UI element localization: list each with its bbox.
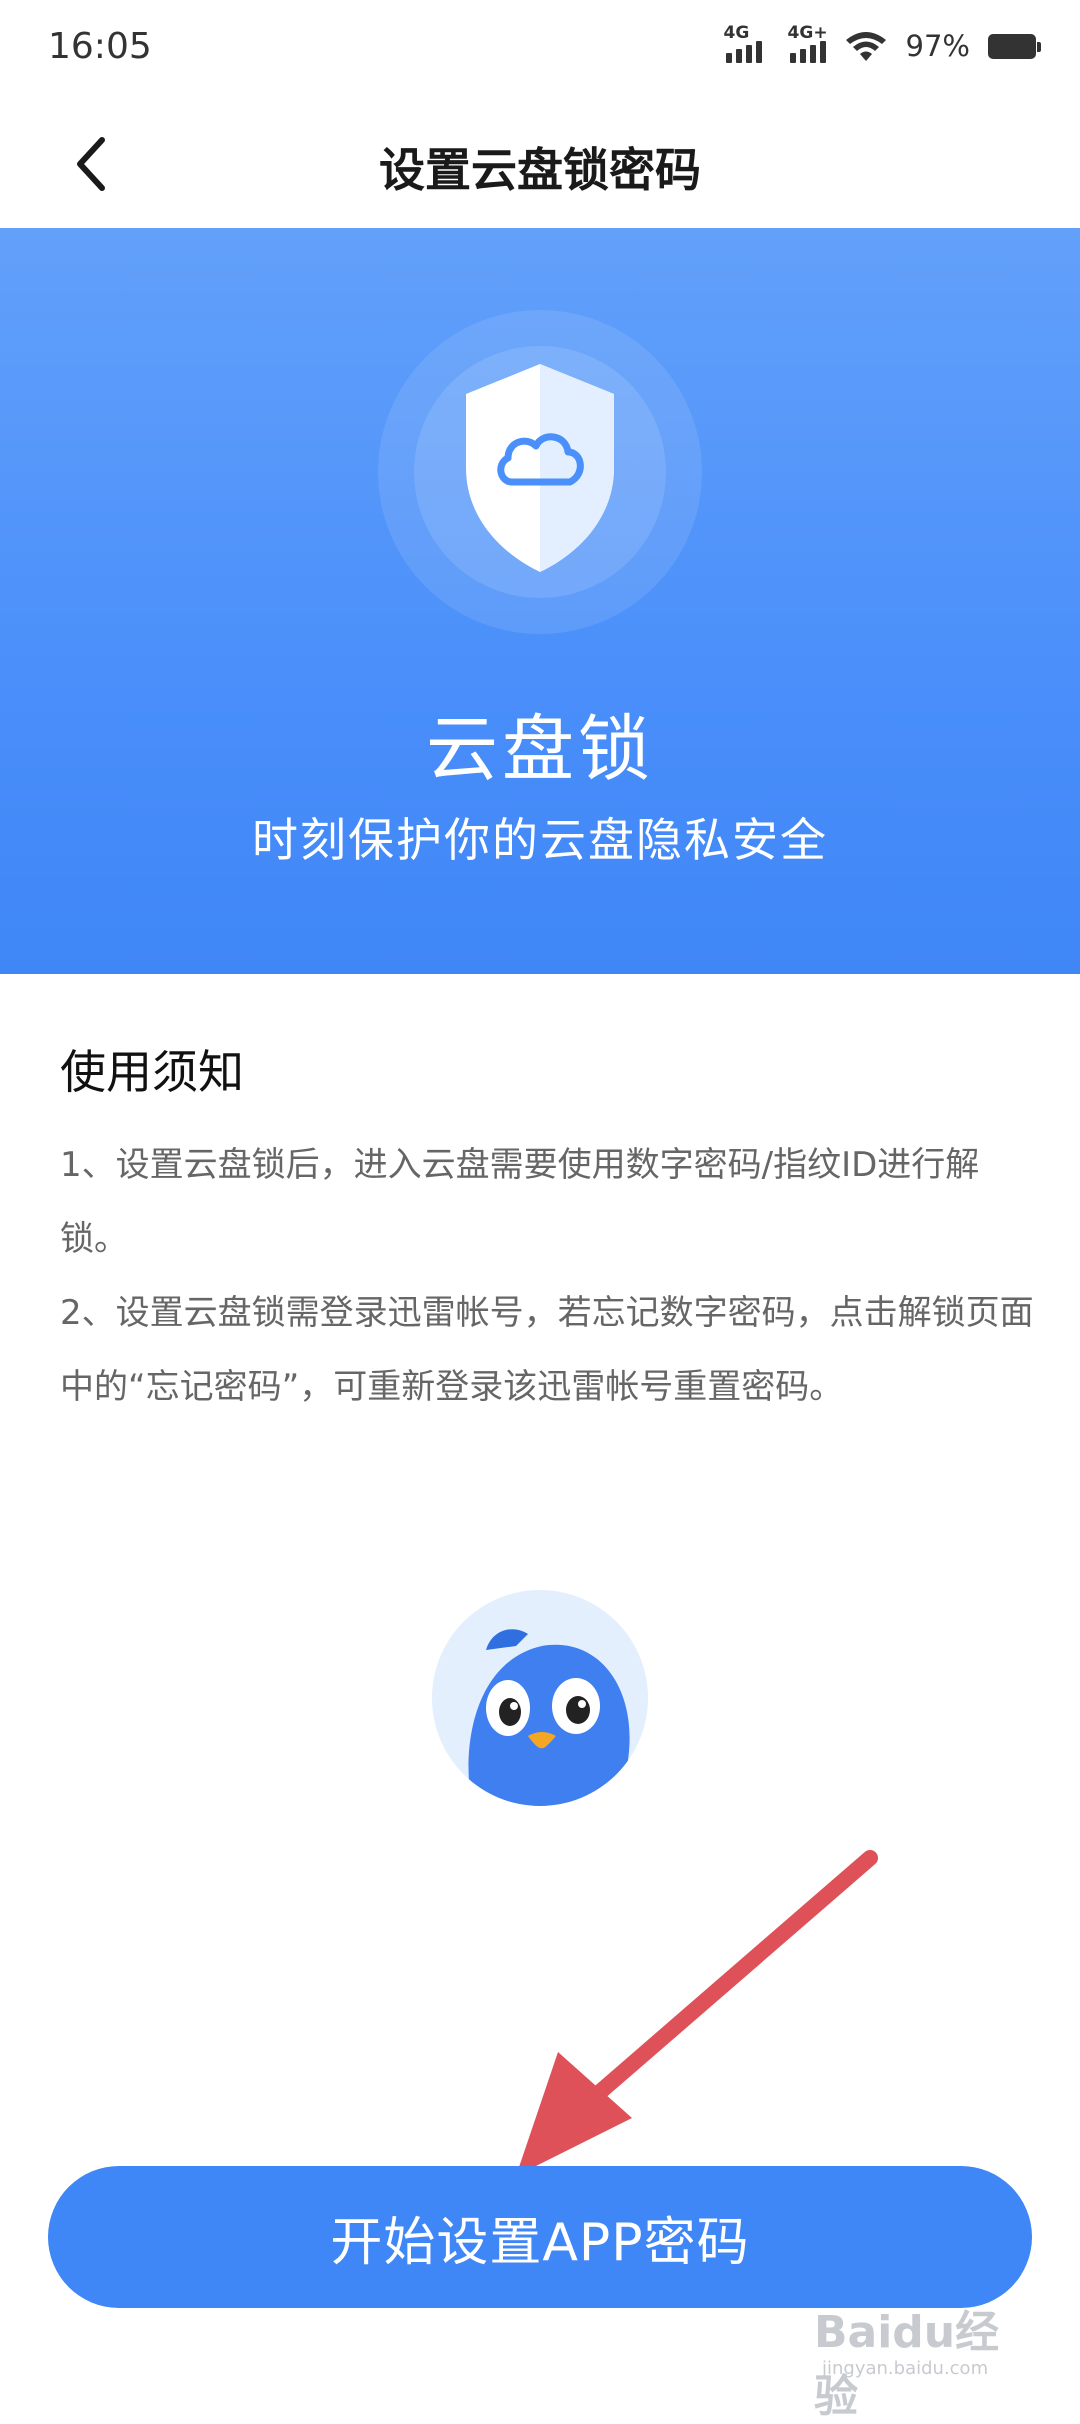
hero-title: 云盘锁 [425, 707, 654, 791]
notice-item: 1、设置云盘锁后，进入云盘需要使用数字密码/指纹ID进行解锁。 [60, 1145, 980, 1259]
status-icons: 4G 4G+ 97% [724, 23, 1041, 64]
notice-heading: 使用须知 [60, 1045, 244, 1099]
battery-icon [988, 33, 1041, 59]
notice-item: 2、设置云盘锁需登录迅雷帐号，若忘记数字密码，点击解锁页面中的“忘记密码”，可重… [60, 1293, 1034, 1407]
network-type-label: 4G [723, 23, 750, 43]
hero-banner: 云盘锁 时刻保护你的云盘隐私安全 [0, 228, 1080, 974]
wifi-icon [845, 32, 886, 61]
signal-icon: 4G+ [788, 23, 828, 63]
status-time: 16:05 [48, 26, 152, 67]
status-bar: 16:05 4G 4G+ 97% [0, 0, 1080, 100]
start-set-password-button[interactable]: 开始设置APP密码 [48, 2166, 1032, 2308]
shield-cloud-icon [466, 364, 614, 572]
nav-bar: 设置云盘锁密码 [0, 100, 1080, 228]
hero-subtitle: 时刻保护你的云盘隐私安全 [252, 813, 828, 867]
signal-icon: 4G [724, 23, 762, 63]
page-title: 设置云盘锁密码 [379, 143, 701, 197]
watermark-subtext: jingyan.baidu.com [822, 2358, 989, 2379]
bird-mascot-icon [468, 1629, 630, 1806]
watermark-logo: Baidu经验 jingyan.baidu.com [808, 2296, 1018, 2422]
battery-percentage: 97% [905, 29, 970, 63]
mascot-avatar [432, 1590, 648, 1806]
network-type-label: 4G+ [787, 23, 828, 43]
arrow-annotation [516, 1850, 878, 2176]
